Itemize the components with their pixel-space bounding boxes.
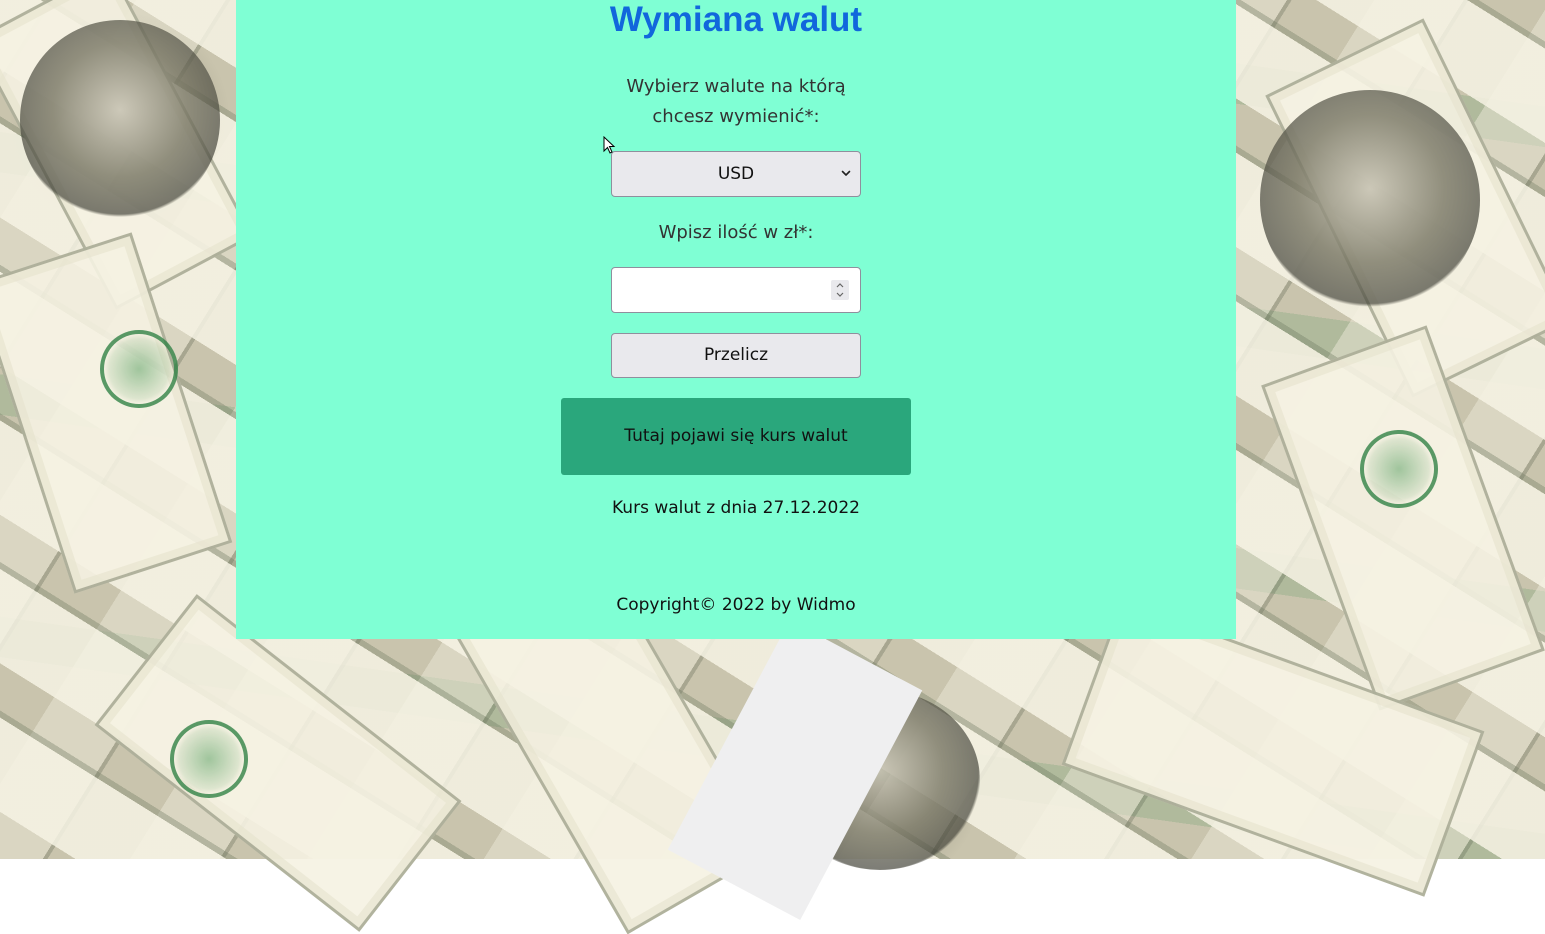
amount-label: Wpisz ilość w zł*: — [658, 222, 814, 243]
background-seal — [170, 720, 248, 798]
background-seal — [100, 330, 178, 408]
background-banknote — [0, 232, 233, 594]
currency-select[interactable]: USD — [611, 151, 861, 197]
background-banknote — [1261, 325, 1545, 711]
page-title: Wymiana walut — [609, 0, 863, 39]
background-seal — [1360, 430, 1438, 508]
background-banknote — [94, 594, 462, 932]
main-panel: Wymiana walut Wybierz walute na którą ch… — [236, 0, 1236, 639]
currency-label-line-2: chcesz wymienić*: — [652, 106, 820, 127]
mouse-pointer-icon — [603, 136, 616, 154]
background-portrait — [1260, 90, 1480, 310]
spin-down-icon[interactable] — [831, 290, 849, 300]
footer-copyright: Copyright© 2022 by Widmo — [616, 595, 856, 615]
spinner-arrows-icon[interactable] — [831, 280, 849, 300]
amount-input[interactable] — [611, 267, 861, 313]
currency-select-value: USD — [717, 164, 755, 184]
background-portrait — [20, 20, 220, 220]
rate-date-text: Kurs walut z dnia 27.12.2022 — [612, 498, 860, 518]
spin-up-icon[interactable] — [831, 280, 849, 290]
currency-label-line-1: Wybierz walute na którą — [626, 76, 846, 97]
calculate-button[interactable]: Przelicz — [611, 333, 861, 378]
chevron-down-icon — [841, 170, 851, 176]
result-box: Tutaj pojawi się kurs walut — [561, 398, 911, 475]
